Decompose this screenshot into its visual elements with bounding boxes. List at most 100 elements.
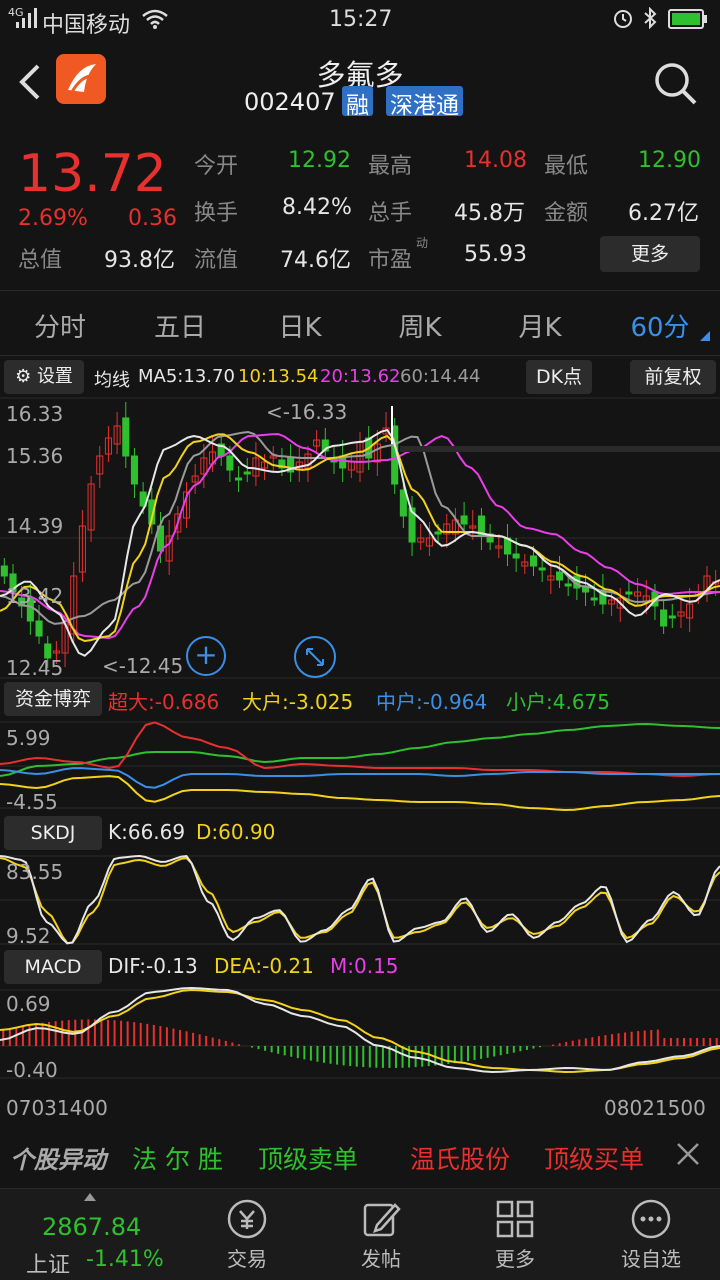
skdj-y-top: 83.55 (6, 860, 64, 884)
adjust-button[interactable]: 前复权 (630, 360, 716, 394)
battery-icon (668, 9, 707, 29)
index-quote[interactable]: 2867.84 上证 -1.41% (0, 1189, 182, 1280)
candle-body (590, 597, 598, 601)
expand-icon[interactable] (294, 636, 336, 678)
tab-dropdown-icon (700, 331, 710, 341)
candle-body (625, 591, 633, 595)
nav-more[interactable]: 更多 (448, 1189, 582, 1280)
stock-code: 002407 (244, 88, 336, 116)
candle-body (512, 553, 520, 559)
kline-chart[interactable] (0, 396, 720, 680)
nav-add-watchlist[interactable]: 设自选 (584, 1189, 718, 1280)
tab-daily[interactable]: 日K (240, 307, 360, 344)
macd-indicator-button[interactable]: MACD (4, 950, 102, 984)
capital-y-top: 5.99 (6, 726, 51, 750)
ma5-value: MA5:13.70 (138, 366, 235, 387)
high-value: 14.08 (464, 148, 527, 173)
connect-badge: 深港通 (386, 86, 463, 119)
nav-post-label: 发帖 (361, 1247, 401, 1271)
tab-five-day[interactable]: 五日 (120, 307, 240, 344)
nav-more-label: 更多 (495, 1247, 535, 1271)
candle-body (130, 455, 138, 485)
high-label: 最高 (368, 154, 413, 179)
macd-dea-value: DEA:-0.21 (214, 954, 314, 978)
ticker-item-1[interactable]: 法 尔 胜 (132, 1140, 223, 1176)
alarm-icon (614, 10, 632, 28)
ma-title: 均线 (94, 370, 130, 391)
capital-y-bottom: -4.55 (6, 790, 58, 814)
margin-badge: 融 (342, 86, 373, 119)
ma-legend-row: ⚙ 设置 均线 MA5:13.70 10:13.54 20:13.62 60:1… (0, 358, 720, 398)
skdj-k-value: K:66.69 (108, 820, 186, 844)
bottom-nav: 2867.84 上证 -1.41% 交易 发帖 更多 设自选 (0, 1188, 720, 1280)
quote-panel: 13.72 2.69% 0.36 总值 93.8亿 今开 12.92 最高 14… (0, 130, 720, 288)
date-start: 07031400 (6, 1096, 108, 1120)
tab-weekly[interactable]: 周K (360, 307, 480, 344)
more-dots-icon (631, 1199, 671, 1239)
super-large-value: 超大:-0.686 (108, 690, 220, 714)
candle-body (243, 471, 251, 475)
candle-body (35, 620, 43, 637)
ma10-value: 10:13.54 (238, 366, 319, 387)
bluetooth-icon (644, 7, 657, 29)
edit-icon (363, 1203, 401, 1237)
stock-header: 多氟多 002407 融 深港通 (0, 40, 720, 130)
candle-body (668, 615, 676, 619)
carrier: 中国移动 (42, 13, 131, 38)
macd-m-value: M:0.15 (330, 954, 399, 978)
min-price-marker: <-12.45 (102, 654, 184, 678)
open-value: 12.92 (288, 148, 351, 173)
index-change: -1.41% (86, 1247, 164, 1272)
capital-legend-row: 资金博弈 超大:-0.686 大户:-3.025 中户:-0.964 小户:4.… (0, 680, 720, 720)
wifi-icon (142, 9, 168, 29)
ticker-title: 个股异动 (10, 1146, 106, 1174)
change-amount: 0.36 (128, 206, 177, 231)
ticker-item-4[interactable]: 顶级买单 (544, 1140, 644, 1176)
capital-chart[interactable] (0, 718, 720, 812)
tab-intraday[interactable]: 分时 (0, 307, 120, 344)
close-icon[interactable] (676, 1142, 700, 1166)
ticker-item-2[interactable]: 顶级卖单 (258, 1140, 358, 1176)
skdj-indicator-button[interactable]: SKDJ (4, 816, 102, 850)
last-price: 13.72 (18, 144, 167, 204)
signal-icon (16, 8, 37, 28)
skdj-legend-row: SKDJ K:66.69 D:60.90 (0, 814, 720, 854)
candle-body (529, 555, 538, 567)
macd-dif-value: DIF:-0.13 (108, 954, 198, 978)
settings-label: 设置 (36, 366, 73, 387)
stock-alert-ticker[interactable]: 个股异动 法 尔 胜 顶级卖单 温氏股份 顶级买单 (0, 1130, 720, 1182)
candle-body (564, 583, 572, 587)
tab-monthly[interactable]: 月K (480, 307, 600, 344)
more-button[interactable]: 更多 (600, 236, 700, 272)
candle-body (434, 531, 442, 535)
ma60-value: 60:14.44 (400, 366, 481, 387)
turnover-label: 换手 (194, 201, 239, 226)
macd-legend-row: MACD DIF:-0.13 DEA:-0.21 M:0.15 (0, 948, 720, 988)
clock: 15:27 (329, 7, 393, 32)
mid-value: 中户:-0.964 (376, 690, 488, 714)
nav-trade-label: 交易 (227, 1247, 267, 1271)
dk-button[interactable]: DK点 (526, 360, 592, 394)
settings-button[interactable]: ⚙ 设置 (4, 360, 84, 394)
search-icon[interactable] (652, 60, 698, 106)
capital-indicator-button[interactable]: 资金博弈 (4, 682, 102, 716)
index-name: 上证 (26, 1253, 71, 1278)
nav-trade[interactable]: 交易 (180, 1189, 314, 1280)
ticker-item-3[interactable]: 温氏股份 (410, 1140, 510, 1176)
pe-superscript: 动 (416, 236, 429, 250)
nav-post[interactable]: 发帖 (314, 1189, 448, 1280)
macd-y-top: 0.69 (6, 992, 51, 1016)
amount-value: 6.27亿 (628, 201, 699, 226)
ma20-value: 20:13.62 (320, 366, 401, 387)
macd-chart[interactable] (0, 986, 720, 1082)
small-value: 小户:4.675 (506, 690, 610, 714)
expand-up-icon (84, 1193, 96, 1201)
status-bar: 4G 中国移动 15:27 (0, 0, 720, 40)
zoom-in-icon[interactable]: + (186, 636, 226, 676)
skdj-chart[interactable] (0, 852, 720, 948)
float-value: 74.6亿 (280, 248, 351, 273)
low-value: 12.90 (638, 148, 701, 173)
index-value: 2867.84 (42, 1213, 142, 1241)
skdj-d-value: D:60.90 (196, 820, 276, 844)
candle-body (122, 417, 130, 457)
